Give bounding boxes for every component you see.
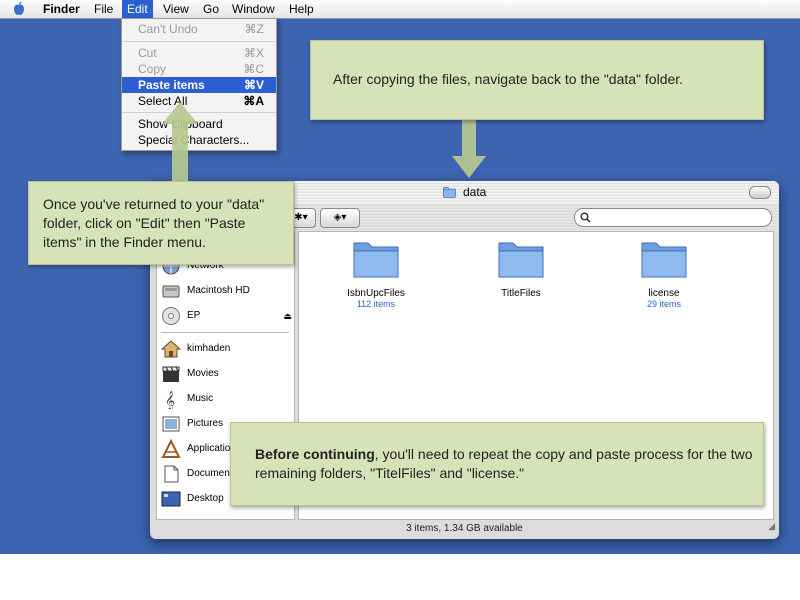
dropbox-icon: ◈▾ <box>333 212 347 223</box>
callout-text: Before continuing, you'll need to repeat… <box>255 445 755 483</box>
menu-item-shortcut: ⌘C <box>243 62 264 76</box>
menu-item-shortcut: ⌘V <box>243 78 264 92</box>
status-bar: 3 items, 1.34 GB available ◢ <box>150 518 779 539</box>
callout-left: Once you've returned to your "data" fold… <box>28 181 294 265</box>
sidebar-item-home[interactable]: kimhaden <box>161 337 294 361</box>
menu-separator <box>122 41 276 42</box>
sidebar-item-ep[interactable]: EP ⏏ <box>161 304 294 328</box>
folder-name: TitleFiles <box>501 288 541 299</box>
gear-icon: ✱▾ <box>294 212 308 223</box>
search-field[interactable] <box>574 208 772 227</box>
menu-go[interactable]: Go <box>198 0 224 18</box>
desktop-icon <box>161 491 181 507</box>
sidebar-item-label: EP <box>187 310 201 321</box>
callout-text: After copying the files, navigate back t… <box>333 71 684 87</box>
menu-finder[interactable]: Finder <box>38 0 85 18</box>
resize-handle-icon[interactable]: ◢ <box>768 516 775 537</box>
arrow-down-icon <box>452 118 486 178</box>
sidebar-item-label: Movies <box>187 368 219 379</box>
sidebar-item-label: Desktop <box>187 493 224 504</box>
folder-icon <box>641 242 687 278</box>
menu-item-cut[interactable]: Cut ⌘X <box>122 45 276 61</box>
folder-item-titlefiles[interactable]: TitleFiles <box>476 237 566 299</box>
menu-item-shortcut: ⌘A <box>243 94 264 108</box>
menu-view[interactable]: View <box>158 0 194 18</box>
menu-item-label: Can't Undo <box>138 22 198 36</box>
sidebar-item-label: Macintosh HD <box>187 285 250 296</box>
menu-window[interactable]: Window <box>227 0 280 18</box>
svg-text:𝄞: 𝄞 <box>165 391 175 409</box>
menu-item-label: Cut <box>138 46 157 60</box>
music-note-icon: 𝄞 <box>165 391 175 409</box>
folder-item-license[interactable]: license 29 items <box>619 237 709 309</box>
clapboard-icon <box>162 366 180 382</box>
menu-item-paste[interactable]: Paste items ⌘V <box>122 77 276 93</box>
menu-item-undo[interactable]: Can't Undo ⌘Z <box>122 21 276 37</box>
menu-item-copy[interactable]: Copy ⌘C <box>122 61 276 77</box>
dropbox-button[interactable]: ◈▾ <box>320 208 360 228</box>
menu-item-label: Paste items <box>138 78 205 92</box>
menu-item-shortcut: ⌘Z <box>244 22 264 36</box>
folder-icon <box>353 242 399 278</box>
toolbar-toggle-button[interactable] <box>749 186 771 199</box>
callout-bold-text: Before continuing <box>255 446 375 462</box>
sidebar-item-music[interactable]: 𝄞 Music <box>161 387 294 411</box>
folder-icon <box>498 242 544 278</box>
home-icon <box>161 340 181 358</box>
folder-name: license <box>648 288 680 299</box>
picture-icon <box>162 416 180 432</box>
document-icon <box>164 465 179 483</box>
callout-top: After copying the files, navigate back t… <box>310 40 764 120</box>
arrow-up-icon <box>162 102 198 182</box>
menu-bar: Finder File Edit View Go Window Help <box>0 0 800 19</box>
status-text: 3 items, 1.34 GB available <box>406 523 523 534</box>
callout-bottom: Before continuing, you'll need to repeat… <box>230 422 764 506</box>
apple-menu-icon[interactable] <box>12 1 26 16</box>
sidebar-item-macintosh-hd[interactable]: Macintosh HD <box>161 279 294 303</box>
menu-help[interactable]: Help <box>284 0 319 18</box>
folder-count: 29 items <box>646 299 681 309</box>
sidebar-item-label: Music <box>187 393 214 404</box>
hard-drive-icon <box>162 285 180 298</box>
search-icon <box>580 212 591 223</box>
sidebar-item-movies[interactable]: Movies <box>161 362 294 386</box>
sidebar-separator <box>161 332 289 333</box>
sidebar-item-label: kimhaden <box>187 343 231 354</box>
eject-icon[interactable]: ⏏ <box>283 304 292 328</box>
folder-name: IsbnUpcFiles <box>347 288 405 299</box>
cd-icon <box>162 307 180 325</box>
sidebar-item-label: Pictures <box>187 418 224 429</box>
menu-item-label: Copy <box>138 62 167 76</box>
folder-item-isbnupcfiles[interactable]: IsbnUpcFiles 112 items <box>331 237 421 309</box>
folder-count: 112 items <box>356 299 396 309</box>
applications-icon <box>161 439 181 458</box>
menu-item-shortcut: ⌘X <box>243 46 264 60</box>
menu-file[interactable]: File <box>89 0 118 18</box>
callout-text: Once you've returned to your "data" fold… <box>43 196 265 250</box>
folder-icon <box>442 187 456 198</box>
window-title: data <box>462 185 487 199</box>
menu-edit[interactable]: Edit <box>122 0 153 18</box>
